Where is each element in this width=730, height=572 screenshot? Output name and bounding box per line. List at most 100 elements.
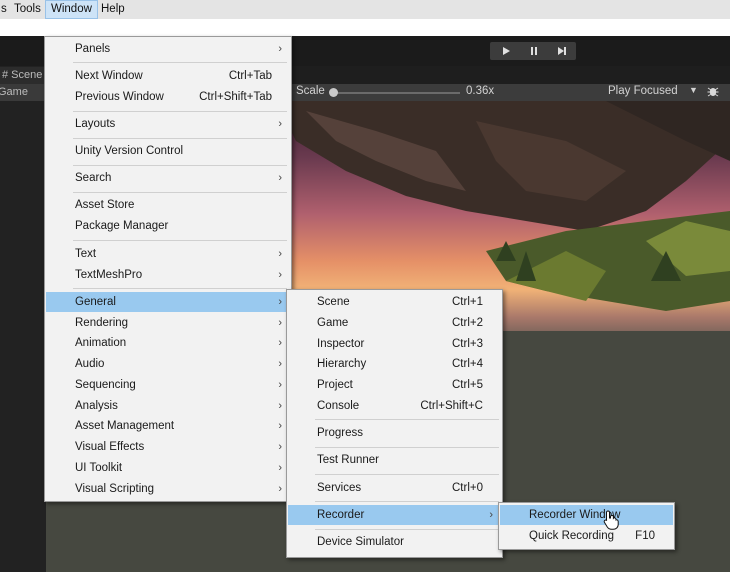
menu-item-label: Text xyxy=(75,248,97,260)
menu-item-textmeshpro[interactable]: TextMeshPro › xyxy=(46,265,290,285)
menu-item-label: Asset Store xyxy=(75,199,135,211)
menu-separator xyxy=(73,240,287,241)
menu-item-shortcut: Ctrl+Shift+Tab xyxy=(199,91,272,103)
chevron-down-icon[interactable]: ▼ xyxy=(689,85,698,95)
menubar-item-window[interactable]: Window xyxy=(45,0,98,19)
general-submenu: Scene Ctrl+1 Game Ctrl+2 Inspector Ctrl+… xyxy=(286,289,503,558)
menu-separator xyxy=(315,529,499,530)
chevron-right-icon: › xyxy=(278,400,282,412)
menu-item-animation[interactable]: Animation › xyxy=(46,333,290,353)
step-icon[interactable] xyxy=(548,42,576,60)
menu-item-shortcut: F10 xyxy=(635,530,655,542)
menu-item-label: Inspector xyxy=(317,338,365,350)
menu-item-device-simulator[interactable]: Device Simulator xyxy=(288,532,501,552)
menu-item-quick-recording[interactable]: Quick Recording F10 xyxy=(500,526,673,546)
menu-separator xyxy=(315,447,499,448)
left-panel xyxy=(0,66,46,572)
menu-separator xyxy=(315,501,499,502)
menu-item-label: Search xyxy=(75,172,112,184)
menubar-item-tools[interactable]: Tools xyxy=(9,0,46,19)
recorder-submenu: Recorder Window Quick Recording F10 xyxy=(498,502,675,550)
menu-item-visual-scripting[interactable]: Visual Scripting › xyxy=(46,479,290,499)
window-menu: Panels › Next Window Ctrl+Tab Previous W… xyxy=(44,36,292,502)
chevron-right-icon: › xyxy=(278,172,282,184)
menu-separator xyxy=(73,111,287,112)
chevron-right-icon: › xyxy=(278,462,282,474)
tab-game[interactable]: Game xyxy=(0,84,46,101)
chevron-right-icon: › xyxy=(278,379,282,391)
chevron-right-icon: › xyxy=(278,441,282,453)
menu-item-sequencing[interactable]: Sequencing › xyxy=(46,375,290,395)
menu-item-label: General xyxy=(75,296,116,308)
menu-item-shortcut: Ctrl+2 xyxy=(452,317,483,329)
scale-slider-handle[interactable] xyxy=(329,88,338,97)
bug-icon[interactable] xyxy=(706,84,720,101)
menu-item-label: Device Simulator xyxy=(317,536,404,548)
playback-controls xyxy=(490,42,576,60)
menu-item-label: Recorder xyxy=(317,509,365,521)
menu-item-ui-toolkit[interactable]: UI Toolkit › xyxy=(46,458,290,478)
menu-item-shortcut: Ctrl+0 xyxy=(452,482,483,494)
chevron-right-icon: › xyxy=(278,358,282,370)
menu-item-console[interactable]: Console Ctrl+Shift+C xyxy=(288,396,501,416)
menu-item-scene[interactable]: Scene Ctrl+1 xyxy=(288,292,501,312)
menu-item-hierarchy[interactable]: Hierarchy Ctrl+4 xyxy=(288,354,501,374)
menu-item-progress[interactable]: Progress xyxy=(288,423,501,443)
menu-item-shortcut: Ctrl+Shift+C xyxy=(420,400,483,412)
menu-item-search[interactable]: Search › xyxy=(46,168,290,188)
menu-separator xyxy=(73,288,287,289)
scale-value: 0.36x xyxy=(466,85,495,97)
menu-item-recorder[interactable]: Recorder › xyxy=(288,505,501,525)
chevron-right-icon: › xyxy=(278,269,282,281)
pause-icon[interactable] xyxy=(520,42,548,60)
menu-item-label: Next Window xyxy=(75,70,143,82)
menu-item-rendering[interactable]: Rendering › xyxy=(46,313,290,333)
menu-item-asset-management[interactable]: Asset Management › xyxy=(46,416,290,436)
menu-item-text[interactable]: Text › xyxy=(46,244,290,264)
hand-cursor-icon xyxy=(603,510,619,530)
menu-item-label: Hierarchy xyxy=(317,358,367,370)
menu-item-game[interactable]: Game Ctrl+2 xyxy=(288,313,501,333)
menu-item-shortcut: Ctrl+4 xyxy=(452,358,483,370)
chevron-right-icon: › xyxy=(278,248,282,260)
menu-item-label: Animation xyxy=(75,337,127,349)
menu-separator xyxy=(73,138,287,139)
menubar-item-help[interactable]: Help xyxy=(96,0,130,19)
menu-item-audio[interactable]: Audio › xyxy=(46,354,290,374)
menu-item-label: Unity Version Control xyxy=(75,145,184,157)
menu-item-package-manager[interactable]: Package Manager xyxy=(46,216,290,236)
menu-item-label: Progress xyxy=(317,427,364,439)
menu-item-recorder-window[interactable]: Recorder Window xyxy=(500,505,673,525)
menu-item-inspector[interactable]: Inspector Ctrl+3 xyxy=(288,334,501,354)
menu-item-previous-window[interactable]: Previous Window Ctrl+Shift+Tab xyxy=(46,87,290,107)
chevron-right-icon: › xyxy=(278,420,282,432)
menu-item-label: TextMeshPro xyxy=(75,269,143,281)
tab-scene[interactable]: # Scene xyxy=(0,67,46,84)
menu-item-asset-store[interactable]: Asset Store xyxy=(46,195,290,215)
menu-item-test-runner[interactable]: Test Runner xyxy=(288,450,501,470)
menu-item-label: Project xyxy=(317,379,353,391)
chevron-right-icon: › xyxy=(278,337,282,349)
scale-slider-track[interactable] xyxy=(332,92,460,94)
menu-item-panels[interactable]: Panels › xyxy=(46,39,290,59)
menu-item-next-window[interactable]: Next Window Ctrl+Tab xyxy=(46,66,290,86)
menu-item-analysis[interactable]: Analysis › xyxy=(46,396,290,416)
play-icon[interactable] xyxy=(492,42,520,60)
menu-item-project[interactable]: Project Ctrl+5 xyxy=(288,375,501,395)
menu-item-shortcut: Ctrl+1 xyxy=(452,296,483,308)
menu-bar: s Tools Window Help xyxy=(0,0,730,19)
menu-item-shortcut: Ctrl+5 xyxy=(452,379,483,391)
menu-item-unity-version-control[interactable]: Unity Version Control xyxy=(46,141,290,161)
menu-item-layouts[interactable]: Layouts › xyxy=(46,114,290,134)
menu-item-label: Visual Scripting xyxy=(75,483,155,495)
chevron-right-icon: › xyxy=(489,509,493,521)
title-strip xyxy=(0,19,730,36)
menu-item-label: UI Toolkit xyxy=(75,462,123,474)
menu-item-label: Visual Effects xyxy=(75,441,145,453)
menu-item-general[interactable]: General › xyxy=(46,292,290,312)
menu-item-visual-effects[interactable]: Visual Effects › xyxy=(46,437,290,457)
menu-item-label: Scene xyxy=(317,296,350,308)
menu-item-services[interactable]: Services Ctrl+0 xyxy=(288,478,501,498)
menu-item-shortcut: Ctrl+3 xyxy=(452,338,483,350)
play-mode-dropdown[interactable]: Play Focused xyxy=(608,85,678,97)
